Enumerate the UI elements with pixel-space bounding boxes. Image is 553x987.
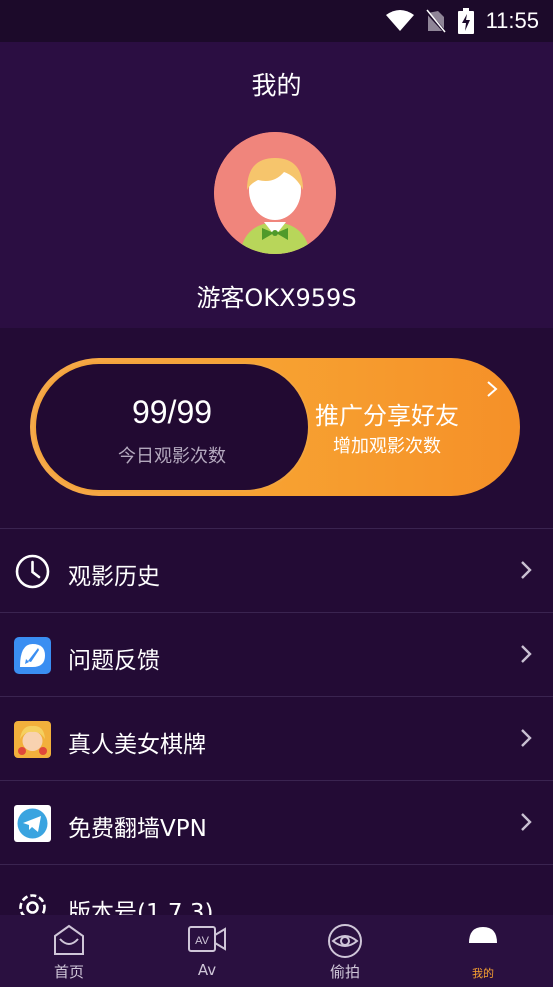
tab-mine[interactable]: 我的 xyxy=(414,915,552,987)
status-bar: 11:55 xyxy=(0,0,553,42)
no-sim-icon xyxy=(425,9,446,33)
telegram-icon xyxy=(14,805,51,842)
svg-text:AV: AV xyxy=(195,935,210,947)
chevron-right-icon xyxy=(521,645,532,663)
menu-item-label: 真人美女棋牌 xyxy=(68,732,206,758)
menu-item-label: 观影历史 xyxy=(68,564,160,590)
tab-label: 我的 xyxy=(472,967,494,980)
tab-candid[interactable]: 偷拍 xyxy=(276,915,414,987)
tab-label: Av xyxy=(197,961,217,979)
tab-home[interactable]: 首页 xyxy=(0,915,138,987)
menu-item-label: 问题反馈 xyxy=(68,648,160,674)
rocket-icon xyxy=(14,637,51,674)
menu-item-card-games[interactable]: 真人美女棋牌 xyxy=(0,696,553,780)
wifi-icon xyxy=(385,10,414,31)
profile-icon xyxy=(469,927,497,943)
game-icon xyxy=(14,721,51,758)
username: 游客OKX959S xyxy=(196,284,357,312)
tab-av[interactable]: AV Av xyxy=(138,915,276,987)
profile-header: 我的 游客OKX959S xyxy=(0,42,553,328)
menu-list: 观影历史 问题反馈 真人美女棋牌 免费翻墙VPN 版本号(1.7.3) xyxy=(0,528,553,948)
av-camera-icon: AV xyxy=(188,926,226,952)
clock-icon xyxy=(15,554,50,589)
views-counter: 99/99 今日观影次数 xyxy=(34,362,310,492)
menu-item-watch-history[interactable]: 观影历史 xyxy=(0,528,553,612)
chevron-right-icon xyxy=(487,381,498,397)
status-time: 11:55 xyxy=(485,8,539,33)
tab-label: 首页 xyxy=(53,963,84,981)
views-count: 99/99 xyxy=(131,394,213,430)
menu-item-label: 免费翻墙VPN xyxy=(68,816,207,842)
tab-label: 偷拍 xyxy=(329,963,360,981)
share-friends-title[interactable]: 推广分享好友 xyxy=(304,396,470,431)
bottom-tab-bar: 首页 AV Av 偷拍 我的 xyxy=(0,915,553,987)
chevron-right-icon xyxy=(521,813,532,831)
menu-item-vpn[interactable]: 免费翻墙VPN xyxy=(0,780,553,864)
chevron-right-icon xyxy=(521,561,532,579)
page-title: 我的 xyxy=(251,71,302,100)
chevron-right-icon xyxy=(521,729,532,747)
share-friends-subtitle: 增加观影次数 xyxy=(333,436,441,457)
menu-item-feedback[interactable]: 问题反馈 xyxy=(0,612,553,696)
views-count-label: 今日观影次数 xyxy=(118,446,226,467)
avatar[interactable] xyxy=(214,132,336,254)
battery-charging-icon xyxy=(457,8,474,34)
eye-icon xyxy=(328,924,362,958)
promo-share-card[interactable]: 99/99 今日观影次数 推广分享好友 增加观影次数 xyxy=(30,358,520,496)
home-icon xyxy=(54,924,84,955)
